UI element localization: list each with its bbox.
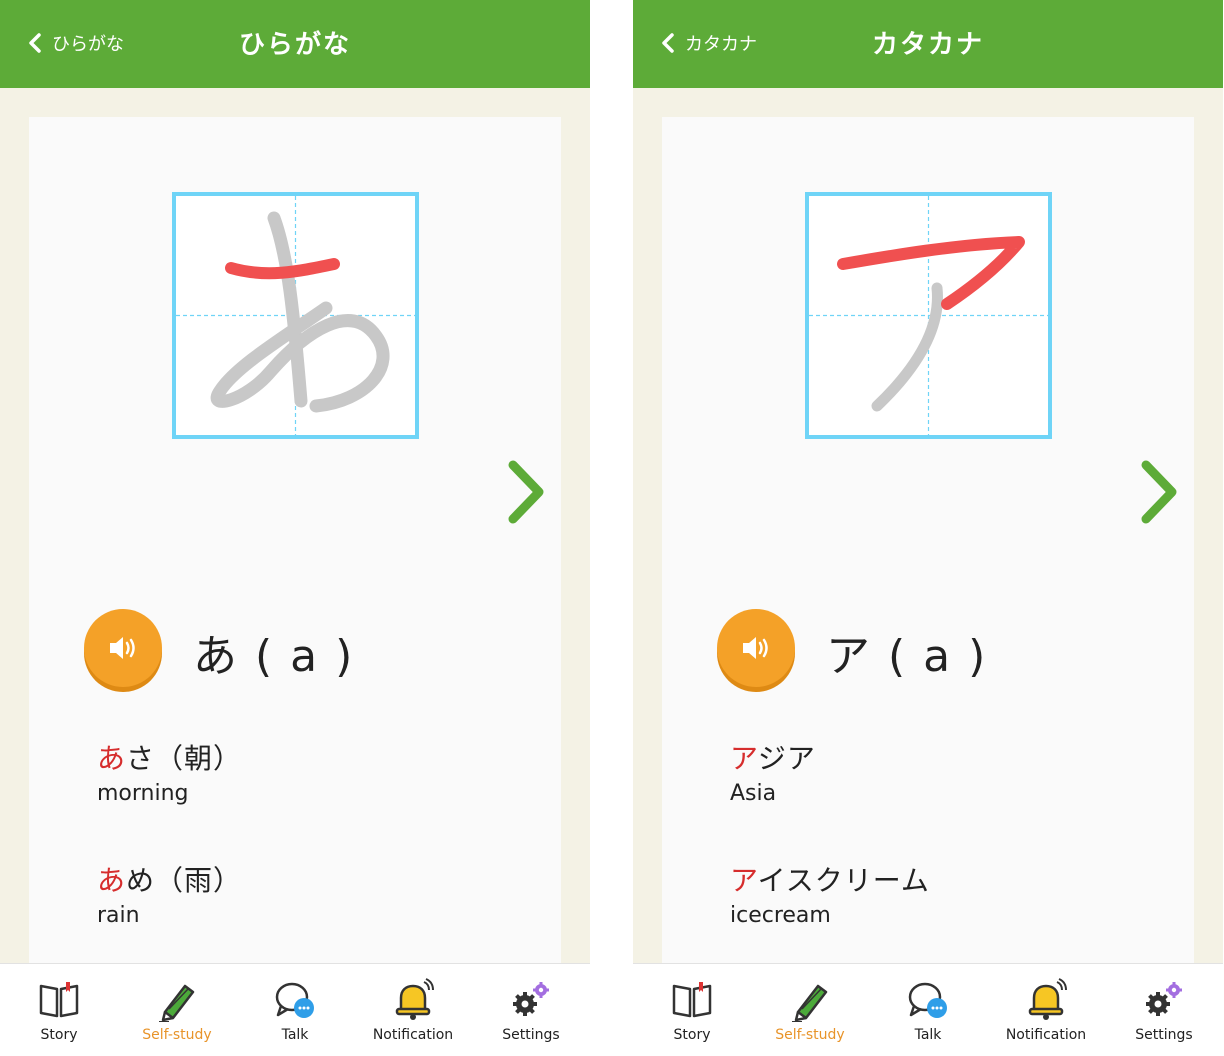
stroke-order-box bbox=[805, 192, 1052, 439]
example-word-japanese: あめ（雨） bbox=[97, 859, 242, 899]
tab-story[interactable]: Story bbox=[0, 964, 118, 1056]
gears-icon bbox=[1146, 982, 1182, 1016]
speaker-icon bbox=[743, 637, 768, 659]
book-icon bbox=[672, 982, 712, 1018]
example-word-japanese: あさ（朝） bbox=[97, 737, 242, 777]
tab-label: Story bbox=[673, 1027, 711, 1043]
next-button[interactable] bbox=[503, 457, 553, 527]
bell-icon bbox=[1028, 978, 1067, 1020]
highlighted-kana: あ bbox=[97, 742, 127, 775]
book-icon bbox=[39, 982, 79, 1018]
example-word: アイスクリーム icecream bbox=[730, 859, 930, 928]
chat-bubble-icon bbox=[275, 982, 314, 1018]
tab-story[interactable]: Story bbox=[633, 964, 751, 1056]
hiragana-screen: ひらがな ひらがな あ (a) あさ（朝） morning あめ（雨） ra… bbox=[0, 0, 590, 1056]
highlighted-kana: あ bbox=[97, 864, 127, 897]
tab-bar: Story Self-study Talk Notification Setti… bbox=[633, 963, 1223, 1056]
tab-label: Settings bbox=[1135, 1027, 1193, 1043]
tab-label: Self-study bbox=[142, 1027, 212, 1043]
kana-card: ア ( a ) アジア Asia アイスクリーム icecream bbox=[662, 117, 1194, 977]
header-bar: カタカナ カタカナ bbox=[633, 0, 1223, 88]
page-title: ひらがな bbox=[238, 30, 351, 60]
gears-icon bbox=[513, 982, 549, 1016]
kana-card: あ ( a ) あさ（朝） morning あめ（雨） rain bbox=[29, 117, 561, 977]
tab-self-study[interactable]: Self-study bbox=[118, 964, 236, 1056]
tab-talk[interactable]: Talk bbox=[869, 964, 987, 1056]
tab-self-study[interactable]: Self-study bbox=[751, 964, 869, 1056]
pencil-icon bbox=[792, 984, 828, 1022]
example-word-meaning: Asia bbox=[730, 781, 777, 806]
word-rest: ジア bbox=[757, 742, 816, 775]
chevron-right-icon bbox=[508, 460, 544, 524]
word-rest: め（雨） bbox=[126, 864, 243, 897]
kana-stroke-drawing bbox=[210, 211, 390, 413]
example-word-japanese: アジア bbox=[730, 737, 816, 777]
page-title: カタカナ bbox=[871, 30, 984, 60]
example-word-meaning: rain bbox=[97, 903, 140, 928]
word-rest: さ（朝） bbox=[126, 742, 243, 775]
bell-icon bbox=[395, 978, 434, 1020]
stroke-order-box bbox=[172, 192, 419, 439]
sound-button[interactable] bbox=[84, 609, 162, 687]
kana-stroke-drawing bbox=[837, 236, 1025, 412]
speaker-icon bbox=[110, 637, 135, 659]
tab-label: Self-study bbox=[775, 1027, 845, 1043]
tab-label: Settings bbox=[502, 1027, 560, 1043]
example-word-meaning: morning bbox=[97, 781, 189, 806]
tab-label: Talk bbox=[281, 1027, 309, 1043]
tab-settings[interactable]: Settings bbox=[1105, 964, 1223, 1056]
kana-reading: あ ( a ) bbox=[193, 631, 355, 682]
example-word: アジア Asia bbox=[730, 737, 816, 806]
tab-label: Notification bbox=[1005, 1027, 1087, 1043]
highlighted-kana: ア bbox=[730, 742, 758, 775]
next-button[interactable] bbox=[1136, 457, 1186, 527]
highlighted-kana: ア bbox=[730, 864, 758, 897]
example-word: あめ（雨） rain bbox=[97, 859, 242, 928]
header-bar: ひらがな ひらがな bbox=[0, 0, 590, 88]
word-rest: イスクリーム bbox=[757, 864, 930, 897]
tab-label: Talk bbox=[914, 1027, 942, 1043]
example-word-meaning: icecream bbox=[730, 903, 831, 928]
chat-bubble-icon bbox=[908, 982, 947, 1018]
example-word-japanese: アイスクリーム bbox=[730, 859, 930, 899]
tab-settings[interactable]: Settings bbox=[472, 964, 590, 1056]
pencil-icon bbox=[159, 984, 195, 1022]
tab-label: Story bbox=[40, 1027, 78, 1043]
tab-bar: Story Self-study Talk Notification Setti… bbox=[0, 963, 590, 1056]
example-word: あさ（朝） morning bbox=[97, 737, 242, 806]
tab-talk[interactable]: Talk bbox=[236, 964, 354, 1056]
katakana-screen: カタカナ カタカナ ア (a) アジア Asia アイスクリーム icecr… bbox=[633, 0, 1223, 1056]
chevron-right-icon bbox=[1141, 460, 1177, 524]
sound-button[interactable] bbox=[717, 609, 795, 687]
tab-label: Notification bbox=[372, 1027, 454, 1043]
kana-reading: ア ( a ) bbox=[826, 631, 988, 682]
tab-notification[interactable]: Notification bbox=[354, 964, 472, 1056]
tab-notification[interactable]: Notification bbox=[987, 964, 1105, 1056]
